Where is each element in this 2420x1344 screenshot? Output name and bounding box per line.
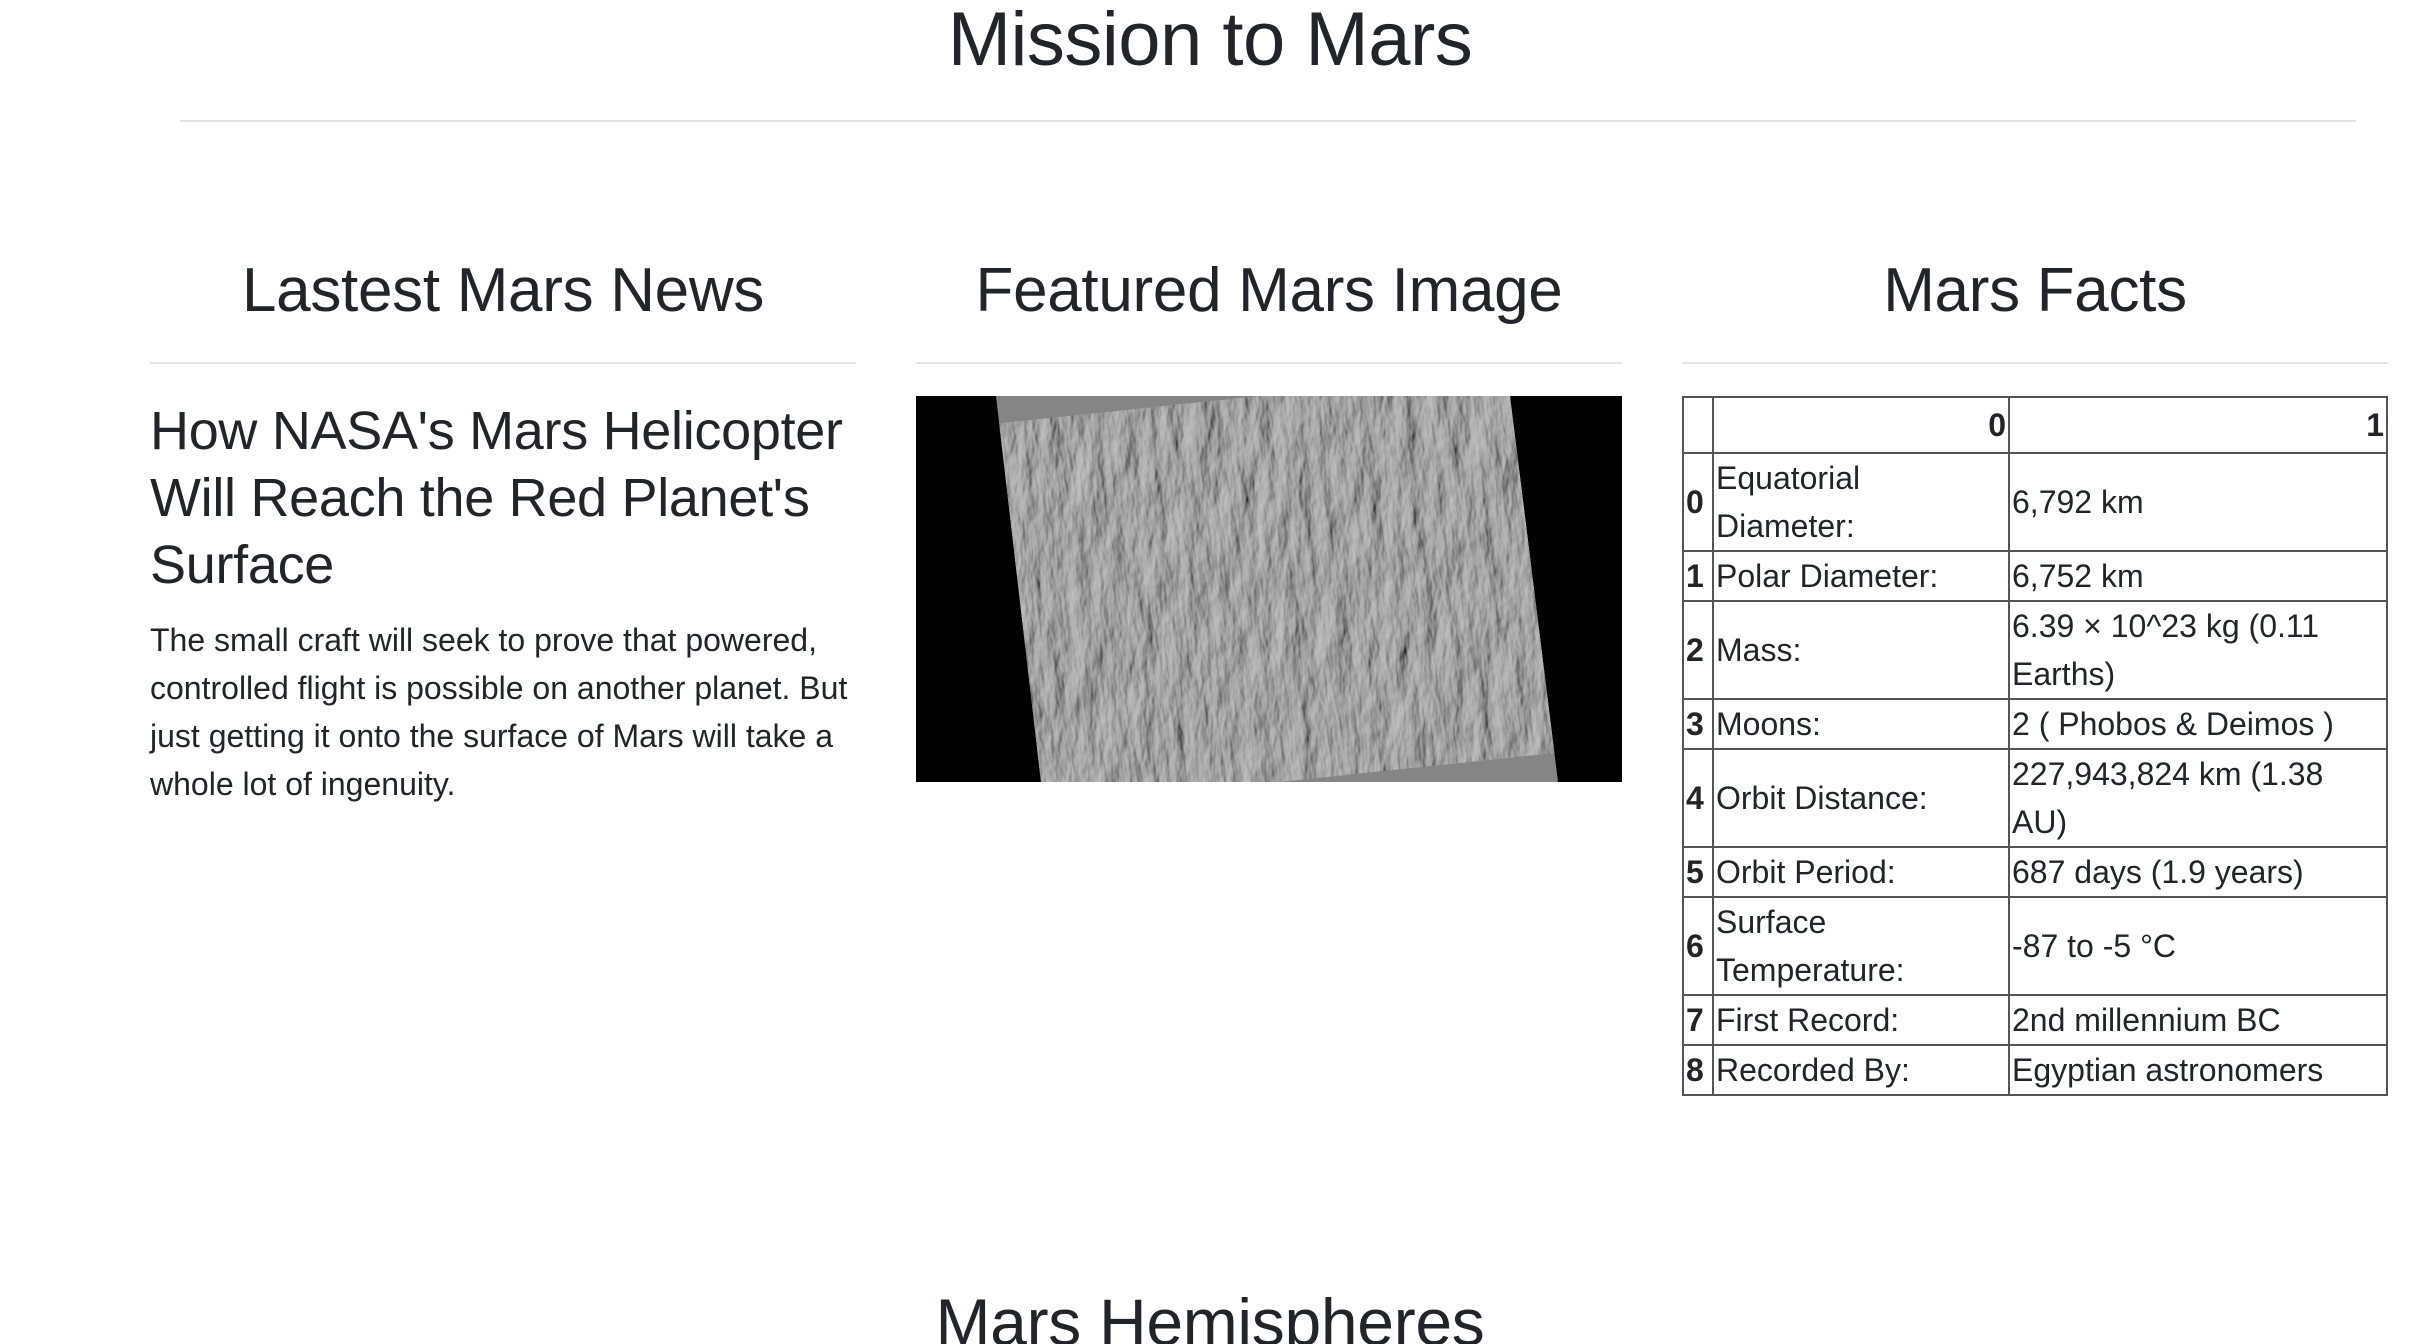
row-index: 8 <box>1682 1044 1714 1096</box>
fact-value: 2nd millennium BC <box>2008 994 2388 1046</box>
fact-value: 6,792 km <box>2008 452 2388 552</box>
news-section: Lastest Mars News How NASA's Mars Helico… <box>150 250 856 802</box>
fact-label: Orbit Distance: <box>1712 748 2010 848</box>
fact-label: Polar Diameter: <box>1712 550 2010 602</box>
hemispheres-heading: Mars Hemispheres <box>935 1285 1485 1344</box>
table-row: 4 Orbit Distance: 227,943,824 km (1.38 A… <box>1682 748 2388 848</box>
fact-value: -87 to -5 °C <box>2008 896 2388 996</box>
fact-value: 6,752 km <box>2008 550 2388 602</box>
fact-value: 227,943,824 km (1.38 AU) <box>2008 748 2388 848</box>
mars-facts-section: Mars Facts 0 1 0 Equatorial Diameter: 6,… <box>1682 250 2388 1096</box>
news-article-title: How NASA's Mars Helicopter Will Reach th… <box>150 401 843 595</box>
featured-image-divider <box>916 362 1622 364</box>
column-header-index <box>1682 396 1714 454</box>
news-article-teaser: The small craft will seek to prove that … <box>150 622 848 802</box>
column-header-0: 0 <box>1712 396 2010 454</box>
mars-dunes-picture <box>916 396 1622 782</box>
fact-label: Surface Temperature: <box>1712 896 2010 996</box>
row-index: 6 <box>1682 896 1714 996</box>
table-row: 0 Equatorial Diameter: 6,792 km <box>1682 452 2388 552</box>
table-row: 5 Orbit Period: 687 days (1.9 years) <box>1682 846 2388 898</box>
row-index: 3 <box>1682 698 1714 750</box>
row-index: 0 <box>1682 452 1714 552</box>
fact-value: 687 days (1.9 years) <box>2008 846 2388 898</box>
fact-label: Equatorial Diameter: <box>1712 452 2010 552</box>
page-title: Mission to Mars <box>947 0 1473 82</box>
fact-label: First Record: <box>1712 994 2010 1046</box>
mars-facts-divider <box>1682 362 2388 364</box>
featured-image-heading: Featured Mars Image <box>975 256 1563 325</box>
table-row: 3 Moons: 2 ( Phobos & Deimos ) <box>1682 698 2388 750</box>
fact-label: Orbit Period: <box>1712 846 2010 898</box>
row-index: 7 <box>1682 994 1714 1046</box>
mars-facts-table: 0 1 0 Equatorial Diameter: 6,792 km 1 Po… <box>1682 396 2388 1096</box>
mars-facts-heading: Mars Facts <box>1883 256 2187 325</box>
table-row: 1 Polar Diameter: 6,752 km <box>1682 550 2388 602</box>
table-row: 8 Recorded By: Egyptian astronomers <box>1682 1044 2388 1096</box>
fact-value: Egyptian astronomers <box>2008 1044 2388 1096</box>
row-index: 2 <box>1682 600 1714 700</box>
featured-mars-image[interactable] <box>916 396 1622 782</box>
fact-label: Moons: <box>1712 698 2010 750</box>
table-row: 2 Mass: 6.39 × 10^23 kg (0.11 Earths) <box>1682 600 2388 700</box>
title-divider <box>180 120 2356 122</box>
table-row: 7 First Record: 2nd millennium BC <box>1682 994 2388 1046</box>
news-divider <box>150 362 856 364</box>
fact-value: 2 ( Phobos & Deimos ) <box>2008 698 2388 750</box>
row-index: 4 <box>1682 748 1714 848</box>
row-index: 5 <box>1682 846 1714 898</box>
featured-image-section: Featured Mars Image <box>916 250 1622 782</box>
fact-label: Recorded By: <box>1712 1044 2010 1096</box>
fact-label: Mass: <box>1712 600 2010 700</box>
table-row: 6 Surface Temperature: -87 to -5 °C <box>1682 896 2388 996</box>
news-heading: Lastest Mars News <box>241 256 765 325</box>
row-index: 1 <box>1682 550 1714 602</box>
column-header-1: 1 <box>2008 396 2388 454</box>
fact-value: 6.39 × 10^23 kg (0.11 Earths) <box>2008 600 2388 700</box>
table-header-row: 0 1 <box>1682 396 2388 454</box>
page: Mission to Mars Lastest Mars News How NA… <box>0 0 2420 1344</box>
